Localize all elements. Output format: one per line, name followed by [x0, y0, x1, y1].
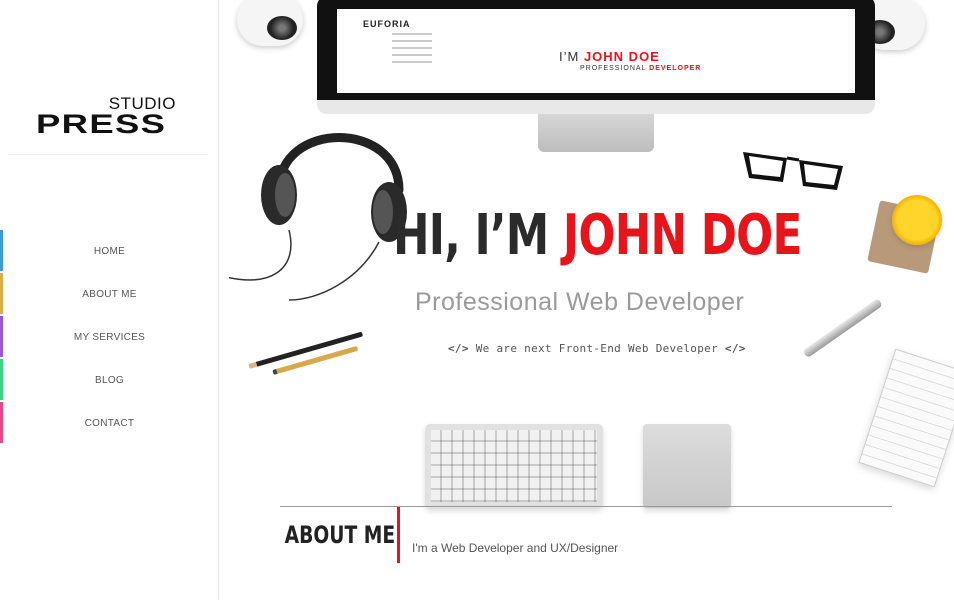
nav-item-label: ABOUT ME: [82, 289, 137, 300]
monitor-screen: EUFORIA I’M JOHN DOE PROFESSIONAL DEVELO…: [337, 9, 855, 93]
about-heading-box: ABOUT ME: [280, 507, 400, 563]
nav-item-label: MY SERVICES: [73, 332, 146, 343]
left-speaker-image: [237, 0, 303, 46]
nav-color-stripe: [0, 230, 3, 271]
code-icon-left: </>: [448, 342, 469, 355]
about-accent-bar: [397, 507, 400, 563]
nav-color-stripe: [0, 316, 3, 357]
juice-glass-image: [892, 195, 942, 245]
hero-title: HI, I’M JOHN DOE: [393, 196, 802, 276]
trackpad-image: [643, 424, 731, 508]
screen-heading-name: JOHN DOE: [583, 49, 660, 64]
tagline-text: We are next Front-End Web Developer: [468, 342, 725, 355]
screen-sub-bold: DEVELOPER: [649, 65, 702, 72]
nav-item-label: HOME: [93, 246, 126, 257]
nav-item-my-services[interactable]: MY SERVICES: [0, 316, 219, 359]
nav-item-home[interactable]: HOME: [0, 230, 219, 273]
nav-color-stripe: [0, 273, 3, 314]
nav-color-stripe: [0, 402, 3, 443]
nav-item-label: CONTACT: [84, 418, 135, 429]
nav-item-label: BLOG: [95, 375, 124, 386]
logo-bottom-text: PRESS: [36, 109, 167, 139]
nav-item-about-me[interactable]: ABOUT ME: [0, 273, 219, 316]
screen-heading-prefix: I’M: [559, 49, 584, 64]
hero-section: EUFORIA I’M JOHN DOE PROFESSIONAL DEVELO…: [219, 0, 954, 600]
nav-color-stripe: [0, 359, 3, 400]
notebook-image: [858, 348, 954, 488]
screen-mini-nav: [392, 33, 432, 68]
monitor-image: EUFORIA I’M JOHN DOE PROFESSIONAL DEVELO…: [317, 0, 875, 111]
site-logo[interactable]: STUDIO PRESS: [36, 94, 186, 139]
screen-heading: I’M JOHN DOE: [559, 49, 660, 64]
hero-title-prefix: HI, I’M: [393, 203, 563, 268]
pencil-yellow-image: [272, 345, 359, 375]
sidebar: STUDIO PRESS HOME ABOUT ME MY SERVICES B…: [0, 0, 219, 600]
main-nav: HOME ABOUT ME MY SERVICES BLOG CONTACT: [0, 230, 219, 445]
nav-item-blog[interactable]: BLOG: [0, 359, 219, 402]
screen-sub-prefix: PROFESSIONAL: [580, 65, 650, 72]
screen-subheading: PROFESSIONAL DEVELOPER: [580, 65, 701, 72]
nav-item-contact[interactable]: CONTACT: [0, 402, 219, 445]
hero-title-name: JOHN DOE: [562, 203, 802, 268]
hero-subtitle: Professional Web Developer: [415, 288, 745, 316]
about-heading: ABOUT ME: [284, 521, 396, 549]
code-icon-right: </>: [724, 342, 746, 355]
pen-image: [802, 298, 883, 359]
glasses-image: [743, 152, 843, 190]
keyboard-image: [425, 424, 603, 508]
monitor-stand: [538, 114, 654, 152]
about-text: I'm a Web Developer and UX/Designer: [412, 541, 619, 555]
headphones-image: [229, 133, 407, 301]
screen-logo: EUFORIA: [363, 19, 411, 29]
hero-tagline: </> We are next Front-End Web Developer …: [448, 342, 746, 355]
logo-divider: [8, 154, 208, 155]
